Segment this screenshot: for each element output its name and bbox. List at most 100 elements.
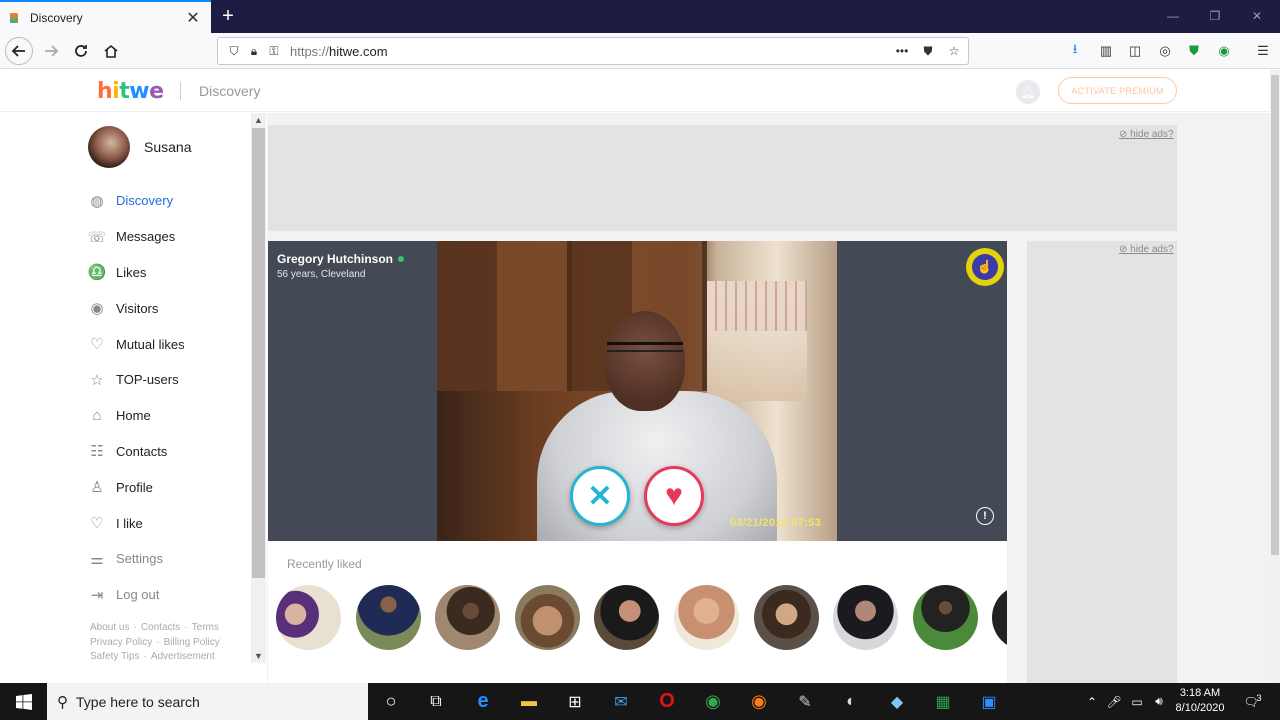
paint-icon[interactable]: ✎ xyxy=(782,683,828,720)
mail-icon[interactable]: ✉ xyxy=(598,683,644,720)
recent-avatar[interactable] xyxy=(992,585,1007,650)
sidebar-item-log-out[interactable]: ⇥ Log out xyxy=(88,577,185,613)
more-actions-icon[interactable]: ••• xyxy=(892,41,912,61)
profile-name[interactable]: Gregory Hutchinson xyxy=(277,252,405,266)
recent-avatar[interactable] xyxy=(912,585,978,650)
close-window-button[interactable]: ✕ xyxy=(1236,0,1278,33)
reload-button[interactable] xyxy=(67,37,95,65)
bookmark-star-icon[interactable]: ☆ xyxy=(944,41,964,61)
sidebar-item-messages[interactable]: ☏ Messages xyxy=(88,219,185,255)
current-user[interactable]: Susana xyxy=(88,126,191,168)
profile-photo[interactable]: 03/21/2013 07:53 xyxy=(437,241,837,541)
notifications-bell-icon[interactable]: 🔔︎ xyxy=(1016,80,1040,104)
lock-icon[interactable]: 🔒︎ xyxy=(244,41,264,61)
sidebar-item-discovery[interactable]: ◍ Discovery xyxy=(88,183,185,219)
sidebar-item-visitors[interactable]: ◉ Visitors xyxy=(88,290,185,326)
pocket-icon[interactable]: ⛊ xyxy=(918,41,938,61)
online-status-icon xyxy=(398,256,405,262)
edge-icon[interactable]: e xyxy=(460,683,506,720)
file-explorer-icon[interactable]: ▬ xyxy=(506,683,552,720)
sidebar-item-likes[interactable]: ♎ Likes xyxy=(88,255,185,291)
report-info-icon[interactable]: ! xyxy=(976,507,994,525)
task-view-icon[interactable]: ⧉ xyxy=(413,683,459,720)
recent-avatar[interactable] xyxy=(514,585,580,650)
system-clock[interactable]: 3:18 AM 8/10/2020 xyxy=(1168,686,1232,716)
recent-avatar[interactable] xyxy=(833,585,899,650)
sidebar-scroll-thumb[interactable] xyxy=(252,128,265,578)
hitwe-logo[interactable]: hitwe xyxy=(97,79,164,104)
activate-premium-button[interactable]: ACTIVATE PREMIUM xyxy=(1058,77,1177,104)
recent-avatar[interactable] xyxy=(753,585,819,650)
sidebar-item-top-users[interactable]: ☆ TOP-users xyxy=(88,362,185,398)
footer-link-about[interactable]: About us xyxy=(90,622,129,633)
footer-link-privacy[interactable]: Privacy Policy xyxy=(90,637,152,648)
hide-ads-link-top[interactable]: ⊘ hide ads? xyxy=(1119,129,1174,140)
hamburger-menu-icon[interactable]: ☰ xyxy=(1253,41,1273,61)
scroll-down-icon[interactable]: ▼ xyxy=(251,649,266,663)
opera-icon[interactable]: O xyxy=(644,683,690,720)
like-button[interactable]: ♥ xyxy=(644,466,704,526)
url-protocol: https:// xyxy=(290,43,330,59)
tab-close-icon[interactable]: ✕ xyxy=(185,8,201,28)
sidebar-item-i-like[interactable]: ♡ I like xyxy=(88,505,185,541)
library-icon[interactable]: ▥ xyxy=(1096,41,1116,61)
shield-icon[interactable]: ⛉ xyxy=(224,41,244,61)
recent-avatar[interactable] xyxy=(594,585,660,650)
url-text[interactable]: https://hitwe.com xyxy=(290,44,892,59)
account-icon[interactable]: ◎ xyxy=(1155,41,1175,61)
footer-link-billing[interactable]: Billing Policy xyxy=(164,637,220,648)
footer-link-terms[interactable]: Terms xyxy=(192,622,219,633)
forward-button[interactable] xyxy=(37,37,65,65)
new-tab-button[interactable]: + xyxy=(218,4,238,28)
card-options-button[interactable]: ☝ xyxy=(972,254,998,280)
recent-avatar[interactable] xyxy=(276,585,341,650)
sidebar-scrollbar[interactable]: ▲ ▼ xyxy=(251,113,266,663)
home-button[interactable] xyxy=(97,37,125,65)
recent-avatar[interactable] xyxy=(673,585,739,650)
browser-tab[interactable]: Discovery ✕ xyxy=(0,0,211,33)
extension-shield-icon[interactable]: ⛊ xyxy=(1184,41,1204,61)
sidebar-item-profile[interactable]: ♙ Profile xyxy=(88,469,185,505)
microphone-icon[interactable]: 🎤︎ xyxy=(1106,683,1122,720)
page-scroll-thumb[interactable] xyxy=(1271,75,1279,555)
restore-button[interactable]: ❐ xyxy=(1194,0,1236,33)
scroll-up-icon[interactable]: ▲ xyxy=(251,113,266,127)
minimize-button[interactable]: — xyxy=(1152,0,1194,33)
discovery-card[interactable]: 03/21/2013 07:53 Gregory Hutchinson 56 y… xyxy=(268,241,1007,541)
extension-green-icon[interactable]: ◉ xyxy=(1214,41,1234,61)
chrome-icon[interactable]: ◉ xyxy=(690,683,736,720)
url-bar[interactable]: ⛉ 🔒︎ ⚿ https://hitwe.com ••• ⛊ ☆ xyxy=(217,37,969,65)
page-scrollbar[interactable] xyxy=(1270,70,1280,683)
app-icon[interactable]: ◐ xyxy=(828,683,874,720)
home-icon: ⌂ xyxy=(92,407,102,425)
hide-ads-link-right[interactable]: ⊘ hide ads? xyxy=(1119,244,1174,255)
taskbar-search[interactable]: ⚲ Type here to search xyxy=(47,683,368,720)
clock-time: 3:18 AM xyxy=(1179,687,1221,699)
downloads-icon[interactable]: ⭳ xyxy=(1065,41,1085,61)
cortana-icon[interactable]: ○ xyxy=(368,683,414,720)
avatar[interactable] xyxy=(88,126,130,168)
start-button[interactable] xyxy=(0,683,47,720)
network-icon[interactable]: ▭ xyxy=(1128,683,1146,720)
browser-tab-bar: Discovery ✕ + — ❐ ✕ xyxy=(0,0,1280,33)
tray-overflow-icon[interactable]: ⌃ xyxy=(1084,683,1100,720)
recent-avatar[interactable] xyxy=(355,585,421,650)
dislike-button[interactable]: ✕ xyxy=(570,466,630,526)
store-icon[interactable]: ⊞ xyxy=(552,683,598,720)
permissions-icon[interactable]: ⚿ xyxy=(264,41,284,61)
zoom-icon[interactable]: ▣ xyxy=(966,683,1012,720)
sidebar-item-mutual-likes[interactable]: ♡ Mutual likes xyxy=(88,326,184,362)
footer-link-advertisement[interactable]: Advertisement xyxy=(151,651,215,662)
sidebar-item-home[interactable]: ⌂ Home xyxy=(88,398,185,434)
footer-link-contacts[interactable]: Contacts xyxy=(141,622,180,633)
sidebar-item-settings[interactable]: ⚌ Settings xyxy=(88,541,185,577)
volume-icon[interactable]: 🔊︎ xyxy=(1150,683,1168,720)
sidebar-toggle-icon[interactable]: ◫ xyxy=(1125,41,1145,61)
back-button[interactable] xyxy=(5,37,33,65)
recent-avatar[interactable] xyxy=(435,585,501,650)
firefox-icon[interactable]: ◉ xyxy=(736,683,782,720)
spreadsheet-icon[interactable]: ▦ xyxy=(920,683,966,720)
footer-link-safety[interactable]: Safety Tips xyxy=(90,651,139,662)
app-icon-2[interactable]: ◆ xyxy=(874,683,920,720)
sidebar-item-contacts[interactable]: ☷ Contacts xyxy=(88,434,185,470)
